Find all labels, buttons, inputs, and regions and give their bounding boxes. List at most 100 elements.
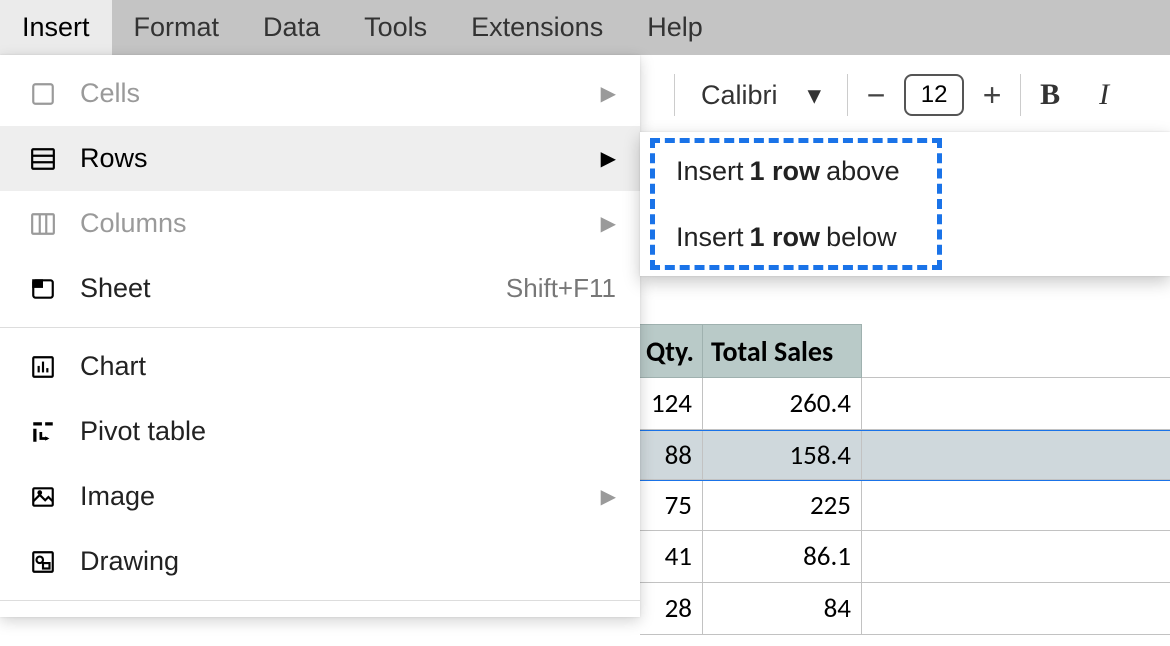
data-cells: 124 260.4 88 158.4 75 225 41 86.1 28 84 [640, 378, 1170, 635]
column-header-qty[interactable]: Qty. [640, 324, 703, 378]
cell-blank[interactable] [862, 531, 1170, 583]
menu-item-label: Image [80, 481, 579, 512]
menu-item-chart[interactable]: Chart [0, 334, 640, 399]
submenu-bold-text: 1 row [750, 222, 821, 253]
font-name-label: Calibri [701, 80, 778, 111]
submenu-item-insert-row-above[interactable]: Insert 1 row above [640, 138, 1170, 204]
cell-qty[interactable]: 41 [640, 531, 703, 583]
cell-total[interactable]: 86.1 [703, 531, 862, 583]
chevron-right-icon: ▶ [601, 211, 616, 236]
menu-label: Format [134, 12, 220, 43]
chart-icon [28, 352, 58, 382]
submenu-item-insert-row-below[interactable]: Insert 1 row below [640, 204, 1170, 270]
menu-item-label: Chart [80, 351, 616, 382]
menu-label: Extensions [471, 12, 603, 43]
columns-icon [28, 209, 58, 239]
menu-separator [0, 600, 640, 601]
drawing-icon [28, 547, 58, 577]
cell-value: 88 [665, 439, 692, 472]
cell-blank[interactable] [862, 481, 1170, 531]
cell-blank[interactable] [862, 431, 1170, 480]
menu-item-label: Pivot table [80, 416, 616, 447]
divider [1020, 74, 1021, 116]
table-row-selected[interactable]: 88 158.4 [640, 429, 1170, 480]
divider [847, 74, 848, 116]
font-size-input[interactable]: 12 [904, 74, 964, 116]
cell-value: 84 [824, 592, 851, 625]
menu-item-columns[interactable]: Columns ▶ [0, 191, 640, 256]
spreadsheet-area: Qty. Total Sales 124 260.4 88 158.4 75 2… [640, 300, 1170, 646]
cell-qty[interactable]: 88 [640, 431, 703, 480]
submenu-text: above [826, 156, 900, 187]
menubar: Insert Format Data Tools Extensions Help [0, 0, 1170, 55]
cell-value: 41 [665, 540, 692, 573]
chevron-right-icon: ▶ [601, 81, 616, 106]
chevron-right-icon: ▶ [601, 484, 616, 509]
italic-button[interactable]: I [1091, 78, 1117, 112]
cell-blank[interactable] [862, 583, 1170, 635]
header-label: Total Sales [711, 334, 833, 369]
sheet-icon [28, 274, 58, 304]
menu-insert[interactable]: Insert [0, 0, 112, 55]
menu-item-drawing[interactable]: Drawing [0, 529, 640, 594]
cell-qty[interactable]: 75 [640, 481, 703, 531]
submenu-bold-text: 1 row [750, 156, 821, 187]
menu-item-pivot-table[interactable]: Pivot table [0, 399, 640, 464]
insert-dropdown: Cells ▶ Rows ▶ Columns ▶ Sheet Shift+F11… [0, 55, 640, 617]
menu-tools[interactable]: Tools [342, 0, 449, 55]
submenu-text: Insert [676, 156, 744, 187]
menu-item-label: Cells [80, 78, 579, 109]
decrease-font-button[interactable]: − [862, 79, 890, 111]
menu-help[interactable]: Help [625, 0, 725, 55]
cell-value: 75 [665, 489, 692, 522]
menu-label: Tools [364, 12, 427, 43]
header-label: Qty. [646, 334, 694, 369]
menu-item-sheet[interactable]: Sheet Shift+F11 [0, 256, 640, 321]
cell-total[interactable]: 158.4 [703, 431, 862, 480]
pivot-icon [28, 417, 58, 447]
column-header-total[interactable]: Total Sales [703, 324, 862, 378]
image-icon [28, 482, 58, 512]
divider [674, 74, 675, 116]
increase-font-button[interactable]: + [978, 79, 1006, 111]
cell-total[interactable]: 225 [703, 481, 862, 531]
menu-item-image[interactable]: Image ▶ [0, 464, 640, 529]
cell-total[interactable]: 84 [703, 583, 862, 635]
submenu-text: Insert [676, 222, 744, 253]
chevron-down-icon: ▾ [808, 80, 822, 111]
cell-value: 260.4 [789, 387, 851, 420]
cell-value: 124 [651, 387, 692, 420]
menu-item-label: Columns [80, 208, 579, 239]
column-header-blank[interactable] [862, 324, 1170, 378]
cell-total[interactable]: 260.4 [703, 378, 862, 430]
menu-extensions[interactable]: Extensions [449, 0, 625, 55]
rows-icon [28, 144, 58, 174]
menu-label: Data [263, 12, 320, 43]
table-row[interactable]: 75 225 [640, 479, 1170, 531]
cell-qty[interactable]: 124 [640, 378, 703, 430]
font-size-value: 12 [921, 81, 948, 109]
menu-item-label: Rows [80, 143, 579, 174]
menu-format[interactable]: Format [112, 0, 242, 55]
rows-submenu: Insert 1 row above Insert 1 row below [640, 132, 1170, 276]
table-row[interactable]: 124 260.4 [640, 378, 1170, 430]
font-picker[interactable]: Calibri ▾ [689, 80, 833, 111]
menu-data[interactable]: Data [241, 0, 342, 55]
font-size-group: − 12 + [862, 74, 1006, 116]
menu-label: Insert [22, 12, 90, 43]
menu-separator [0, 327, 640, 328]
cell-qty[interactable]: 28 [640, 583, 703, 635]
bold-button[interactable]: B [1035, 78, 1065, 112]
table-row[interactable]: 41 86.1 [640, 531, 1170, 583]
cell-blank[interactable] [862, 378, 1170, 430]
menu-item-rows[interactable]: Rows ▶ [0, 126, 640, 191]
menu-shortcut: Shift+F11 [506, 273, 616, 304]
menu-item-cells[interactable]: Cells ▶ [0, 61, 640, 126]
cell-value: 86.1 [803, 540, 851, 573]
menu-item-label: Sheet [80, 273, 484, 304]
menu-label: Help [647, 12, 703, 43]
chevron-right-icon: ▶ [601, 146, 616, 171]
cell-value: 158.4 [789, 439, 851, 472]
submenu-text: below [826, 222, 897, 253]
table-row[interactable]: 28 84 [640, 583, 1170, 635]
